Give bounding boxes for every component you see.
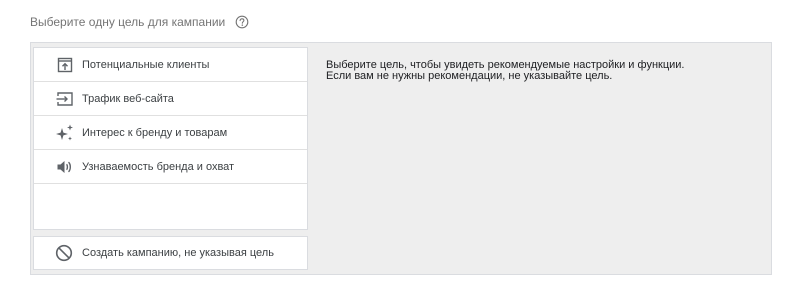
help-circle-icon[interactable] bbox=[235, 15, 249, 29]
sparkle-icon bbox=[55, 123, 75, 143]
goal-option-brand-awareness[interactable]: Узнаваемость бренда и охват bbox=[34, 150, 307, 184]
goal-option-brand-interest[interactable]: Интерес к бренду и товарам bbox=[34, 116, 307, 150]
header-title: Выберите одну цель для кампании bbox=[30, 15, 226, 29]
goal-option-website-traffic[interactable]: Трафик веб-сайта bbox=[34, 82, 307, 116]
goal-selection-panel: Потенциальные клиенты Трафик веб-сайта И… bbox=[30, 42, 772, 275]
leads-icon bbox=[55, 55, 75, 75]
goal-option-leads[interactable]: Потенциальные клиенты bbox=[34, 48, 307, 82]
goal-label: Интерес к бренду и товарам bbox=[82, 126, 228, 139]
goal-label: Трафик веб-сайта bbox=[82, 92, 174, 105]
goal-label: Узнаваемость бренда и охват bbox=[82, 160, 235, 173]
goal-description: Выберите цель, чтобы увидеть рекомендуем… bbox=[326, 60, 746, 82]
block-icon bbox=[54, 243, 74, 263]
goal-list: Потенциальные клиенты Трафик веб-сайта И… bbox=[33, 47, 308, 230]
no-goal-label: Создать кампанию, не указывая цель bbox=[82, 247, 274, 259]
website-traffic-icon bbox=[55, 89, 75, 109]
no-goal-option[interactable]: Создать кампанию, не указывая цель bbox=[33, 236, 308, 270]
description-line: Если вам не нужны рекомендации, не указы… bbox=[326, 70, 613, 82]
campaign-goal-header: Выберите одну цель для кампании bbox=[30, 13, 249, 31]
speaker-icon bbox=[55, 157, 75, 177]
goal-label: Потенциальные клиенты bbox=[82, 58, 210, 71]
